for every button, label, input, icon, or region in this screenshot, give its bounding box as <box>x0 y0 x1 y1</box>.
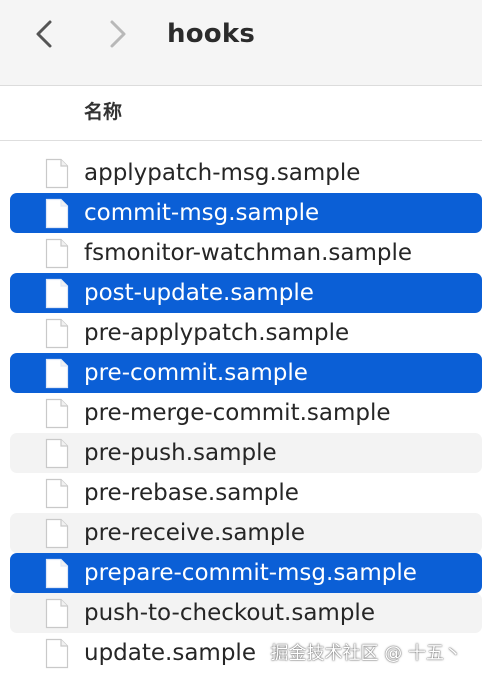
document-icon <box>44 198 70 229</box>
file-name: push-to-checkout.sample <box>84 600 375 626</box>
file-name: prepare-commit-msg.sample <box>84 560 417 586</box>
file-row[interactable]: pre-receive.sample <box>10 513 482 553</box>
file-row[interactable]: applypatch-msg.sample <box>10 153 482 193</box>
file-row[interactable]: post-update.sample <box>10 273 482 313</box>
file-row[interactable]: pre-merge-commit.sample <box>10 393 482 433</box>
chevron-left-icon <box>36 20 52 48</box>
forward-button[interactable] <box>100 14 136 54</box>
document-icon <box>44 438 70 469</box>
watermark: 掘金技术社区 @ 十五丶 <box>270 643 462 664</box>
file-row[interactable]: push-to-checkout.sample <box>10 593 482 633</box>
document-icon <box>44 278 70 309</box>
document-icon <box>44 598 70 629</box>
file-name: pre-commit.sample <box>84 360 308 386</box>
back-button[interactable] <box>26 14 62 54</box>
document-icon <box>44 158 70 189</box>
document-icon <box>44 358 70 389</box>
chevron-right-icon <box>110 20 126 48</box>
window-title: hooks <box>167 19 256 49</box>
document-icon <box>44 558 70 589</box>
file-row[interactable]: pre-rebase.sample <box>10 473 482 513</box>
document-icon <box>44 478 70 509</box>
file-name: pre-merge-commit.sample <box>84 400 391 426</box>
file-row[interactable]: fsmonitor-watchman.sample <box>10 233 482 273</box>
file-name: update.sample <box>84 640 256 666</box>
toolbar: hooks <box>0 0 482 86</box>
file-name: commit-msg.sample <box>84 200 320 226</box>
column-header: 名称 <box>0 87 482 141</box>
file-row[interactable]: prepare-commit-msg.sample <box>10 553 482 593</box>
file-name: post-update.sample <box>84 280 314 306</box>
document-icon <box>44 318 70 349</box>
file-name: pre-applypatch.sample <box>84 320 350 346</box>
document-icon <box>44 238 70 269</box>
file-row[interactable]: commit-msg.sample <box>10 193 482 233</box>
document-icon <box>44 518 70 549</box>
document-icon <box>44 398 70 429</box>
file-name: pre-receive.sample <box>84 520 305 546</box>
file-name: pre-push.sample <box>84 440 277 466</box>
file-row[interactable]: pre-commit.sample <box>10 353 482 393</box>
column-header-name[interactable]: 名称 <box>84 99 122 125</box>
file-row[interactable]: pre-applypatch.sample <box>10 313 482 353</box>
file-name: fsmonitor-watchman.sample <box>84 240 413 266</box>
file-name: pre-rebase.sample <box>84 480 299 506</box>
file-name: applypatch-msg.sample <box>84 160 361 186</box>
file-row[interactable]: pre-push.sample <box>10 433 482 473</box>
document-icon <box>44 638 70 669</box>
